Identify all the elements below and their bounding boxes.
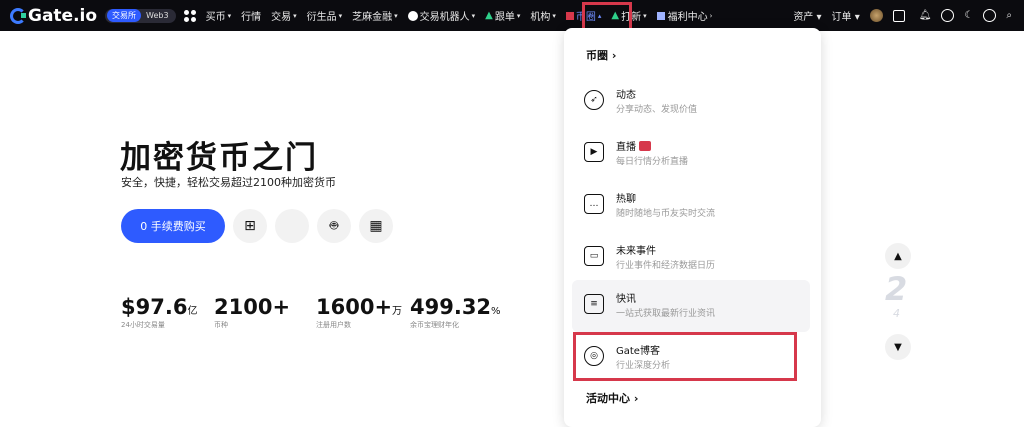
exchange-tab[interactable]: 交易所: [107, 9, 142, 22]
search-icon[interactable]: ⌕: [1006, 10, 1012, 21]
bell-icon[interactable]: 🔔︎: [919, 10, 932, 21]
exchange-web3-toggle[interactable]: 交易所 Web3: [105, 8, 176, 23]
zero-fee-buy-button[interactable]: 0 手续费购买: [121, 209, 225, 243]
avatar[interactable]: [869, 9, 883, 22]
nav-copy-trading[interactable]: ▲ 跟单 ▾: [485, 8, 520, 23]
live-tv-icon: ▶: [584, 142, 604, 162]
apps-grid-icon[interactable]: [183, 9, 196, 22]
topbar-right-actions: 资产 ▾ 订单 ▾ 🔔︎ ☾ ⌕: [793, 0, 1012, 31]
assets-menu[interactable]: 资产 ▾: [793, 8, 821, 23]
menu-item-events[interactable]: ▭ 未来事件 行业事件和经济数据日历: [572, 232, 810, 284]
stat-volume: $97.6亿 24小时交易量: [121, 295, 198, 329]
android-icon[interactable]: 🤖︎: [317, 209, 351, 243]
carousel-next-number: 4: [893, 307, 900, 320]
menu-item-news[interactable]: ≡ 快讯 一站式获取最新行业资讯: [572, 280, 810, 332]
page-title: 加密货币之门: [120, 140, 318, 176]
live-badge: [639, 140, 651, 151]
orders-menu[interactable]: 订单 ▾: [832, 8, 860, 23]
top-navigation-bar: Gate.io 交易所 Web3 买币 ▾ 行情 交易 ▾ 衍生品 ▾ 芝麻金融 ▾ 交…: [0, 0, 1024, 31]
moon-icon[interactable]: ☾: [964, 10, 973, 21]
gate-logo-icon: [10, 7, 26, 24]
menu-item-chat[interactable]: … 热聊 随时随地与币友实时交流: [572, 180, 810, 232]
nav-markets[interactable]: 行情: [241, 8, 261, 23]
logo-text: Gate.io: [28, 5, 98, 26]
menu-item-live[interactable]: ▶ 直播 每日行情分析直播: [572, 128, 810, 180]
calendar-icon: ▭: [584, 246, 604, 266]
nav-derivatives[interactable]: 衍生品 ▾: [307, 8, 343, 24]
activity-center-link[interactable]: 活动中心 ›: [586, 390, 638, 406]
menu-item-feed[interactable]: ➶ 动态 分享动态、发现价值: [572, 76, 810, 128]
stat-apy: 499.32% 余币宝理财年化: [410, 295, 501, 329]
compass-icon: ➶: [584, 90, 604, 110]
chat-icon: …: [584, 194, 604, 214]
nav-finance[interactable]: 芝麻金融 ▾: [352, 8, 398, 24]
stat-users: 1600+万 注册用户数: [316, 295, 403, 329]
carousel-up-button[interactable]: ▲: [885, 243, 911, 269]
qrcode-icon[interactable]: ▦: [359, 209, 393, 243]
download-icon[interactable]: [892, 9, 905, 22]
menu-header-link[interactable]: 币圈 ›: [586, 47, 616, 63]
nav-institutional[interactable]: 机构 ▾: [530, 8, 556, 24]
gate-logo[interactable]: Gate.io: [10, 6, 97, 26]
carousel-down-button[interactable]: ▼: [885, 334, 911, 360]
web3-tab[interactable]: Web3: [141, 10, 174, 21]
apple-icon[interactable]: [275, 209, 309, 243]
carousel-page-number: 2: [885, 270, 908, 308]
nav-trading-bot[interactable]: 交易机器人 ▾: [407, 8, 475, 23]
news-icon: ≡: [584, 294, 604, 314]
page-subtitle: 安全，快捷，轻松交易超过2100种加密货币: [121, 176, 336, 189]
stat-coins: 2100+ 币种: [214, 295, 291, 329]
settings-icon[interactable]: [983, 9, 997, 22]
globe-icon[interactable]: [941, 9, 955, 22]
windows-icon[interactable]: ⊞: [233, 209, 267, 243]
nav-buy-crypto[interactable]: 买币 ▾: [206, 8, 232, 24]
blog-highlight-box: [573, 332, 797, 381]
nav-rewards-center[interactable]: 福利中心 ›: [656, 8, 712, 23]
nav-trade[interactable]: 交易 ▾: [271, 8, 297, 24]
